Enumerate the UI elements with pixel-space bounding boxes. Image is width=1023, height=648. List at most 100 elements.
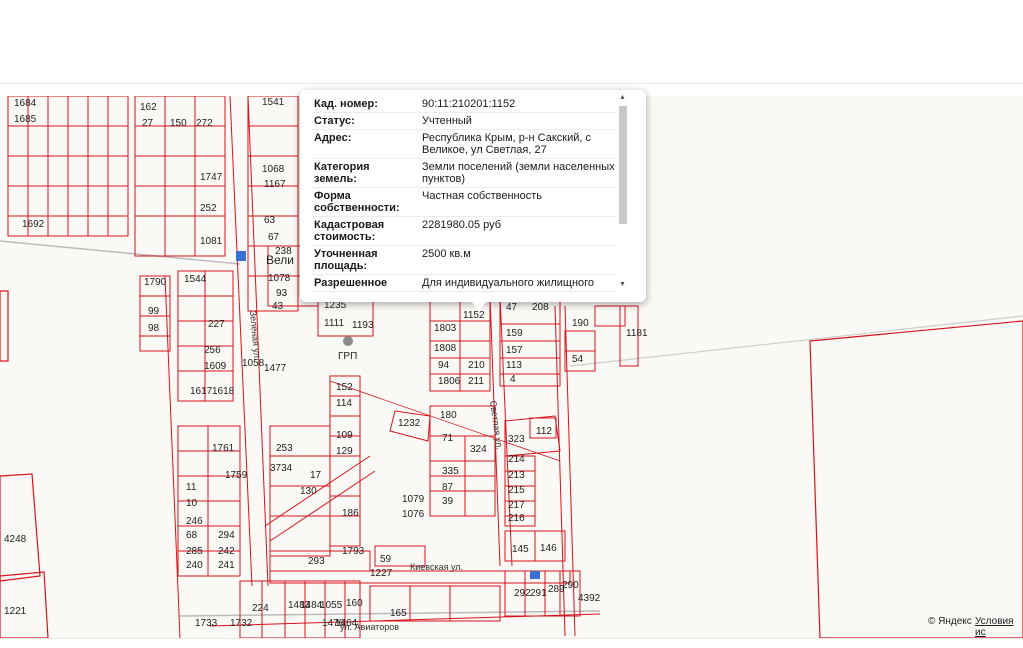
parcel-label[interactable]: 47 [506, 302, 518, 313]
parcel-label[interactable]: 1181 [626, 328, 648, 339]
parcel-label[interactable]: 323 [508, 434, 525, 445]
parcel-label[interactable]: 87 [442, 482, 454, 493]
parcel-label[interactable]: 292 [514, 588, 531, 599]
parcel-label[interactable]: 59 [380, 554, 392, 565]
parcel-label[interactable]: 1732 [230, 618, 253, 629]
popup-scrollbar[interactable]: ▲ ▼ [618, 94, 628, 288]
parcel-label[interactable]: 246 [186, 516, 203, 527]
parcel-label[interactable]: 150 [170, 118, 187, 129]
parcel-label[interactable]: 129 [336, 446, 353, 457]
parcel-label[interactable]: 1079 [402, 494, 425, 505]
parcel-label[interactable]: 1733 [195, 618, 218, 629]
parcel-label[interactable]: 4392 [578, 593, 601, 604]
parcel-label[interactable]: 294 [218, 530, 235, 541]
parcel-label[interactable]: 1068 [262, 164, 285, 175]
parcel-label[interactable]: 1747 [200, 172, 223, 183]
parcel-label[interactable]: 157 [506, 345, 523, 356]
parcel-label[interactable]: 112 [536, 426, 552, 437]
parcel-label[interactable]: 1617 [190, 386, 213, 397]
parcel-label[interactable]: 208 [532, 302, 549, 313]
parcel-label[interactable]: 272 [196, 118, 213, 129]
scroll-down-icon[interactable]: ▼ [619, 281, 626, 288]
parcel-label[interactable]: 210 [468, 360, 485, 371]
parcel-label[interactable]: 1477 [264, 363, 287, 374]
parcel-label[interactable]: 1761 [212, 443, 235, 454]
parcel-label[interactable]: 54 [572, 354, 584, 365]
parcel-label[interactable]: 1541 [262, 97, 285, 108]
parcel-label[interactable]: 1058 [242, 358, 265, 369]
parcel-label[interactable]: 1808 [434, 343, 457, 354]
parcel-label[interactable]: 1790 [144, 277, 167, 288]
parcel-label[interactable]: 213 [508, 470, 525, 481]
parcel-label[interactable]: 252 [200, 203, 217, 214]
parcel-label[interactable]: 215 [508, 485, 525, 496]
parcel-label[interactable]: 190 [572, 318, 589, 329]
parcel-label[interactable]: 94 [438, 360, 450, 371]
parcel-label[interactable]: 238 [275, 246, 292, 257]
parcel-label[interactable]: 186 [342, 508, 359, 519]
parcel-label[interactable]: 99 [148, 306, 160, 317]
parcel-label[interactable]: 256 [204, 345, 221, 356]
parcel-label[interactable]: 1152 [463, 310, 485, 321]
parcel-label[interactable]: 165 [390, 608, 407, 619]
scroll-up-icon[interactable]: ▲ [619, 94, 626, 101]
parcel-label[interactable]: 160 [346, 598, 363, 609]
parcel-label[interactable]: 1227 [370, 568, 393, 579]
terms-link-text[interactable]: Условия ис [975, 616, 1014, 638]
parcel-label[interactable]: 216 [508, 513, 525, 524]
parcel-label[interactable]: 1232 [398, 418, 421, 429]
parcel-label[interactable]: 152 [336, 382, 353, 393]
parcel-label[interactable]: 4 [510, 374, 516, 385]
parcel-label[interactable]: 211 [468, 376, 484, 387]
parcel-label[interactable]: 335 [442, 466, 459, 477]
parcel-label[interactable]: 1111 [324, 318, 344, 329]
parcel-label[interactable]: 39 [442, 496, 454, 507]
parcel-label[interactable]: 242 [218, 546, 235, 557]
parcel-label[interactable]: 290 [562, 580, 579, 591]
parcel-label[interactable]: 293 [308, 556, 325, 567]
parcel-label[interactable]: 63 [264, 215, 276, 226]
scroll-thumb[interactable] [619, 106, 627, 224]
parcel-label[interactable]: 1221 [4, 606, 27, 617]
parcel-label[interactable]: 109 [336, 430, 353, 441]
parcel-label[interactable]: 1685 [14, 114, 37, 125]
parcel-label[interactable]: 159 [506, 328, 523, 339]
parcel-label[interactable]: 1609 [204, 361, 227, 372]
parcel-label[interactable]: 217 [508, 500, 525, 511]
parcel-label[interactable]: 27 [142, 118, 154, 129]
parcel-label[interactable]: 3734 [270, 463, 293, 474]
parcel-label[interactable]: 98 [148, 323, 160, 334]
parcel-label[interactable]: 162 [140, 102, 157, 113]
parcel-label[interactable]: 68 [186, 530, 198, 541]
parcel-label[interactable]: 4248 [4, 534, 27, 545]
parcel-label[interactable]: 1618 [212, 386, 235, 397]
parcel-label[interactable]: 67 [268, 232, 280, 243]
parcel-label[interactable]: 11 [186, 482, 197, 493]
parcel-label[interactable]: 1793 [342, 546, 365, 557]
parcel-label[interactable]: 145 [512, 544, 529, 555]
parcel-label[interactable]: 114 [336, 398, 352, 409]
parcel-label[interactable]: 324 [470, 444, 487, 455]
parcel-label[interactable]: 1464 [335, 618, 358, 629]
parcel-label[interactable]: 1544 [184, 274, 207, 285]
parcel-label[interactable]: 130 [300, 486, 317, 497]
parcel-label[interactable]: 113 [506, 360, 522, 371]
parcel-label[interactable]: 1684 [14, 98, 37, 109]
parcel-label[interactable]: 1193 [352, 320, 374, 331]
parcel-label[interactable]: 1803 [434, 323, 457, 334]
parcel-label[interactable]: 1055 [320, 600, 343, 611]
terms-link[interactable]: Условия ис [975, 616, 1023, 638]
parcel-label[interactable]: 93 [276, 288, 288, 299]
parcel-label[interactable]: 240 [186, 560, 203, 571]
parcel-label[interactable]: 1692 [22, 219, 45, 230]
parcel-label[interactable]: 227 [208, 319, 225, 330]
parcel-label[interactable]: 1078 [268, 273, 291, 284]
parcel-label[interactable]: 224 [252, 603, 269, 614]
parcel-label[interactable]: 1081 [200, 236, 223, 247]
parcel-label[interactable]: 253 [276, 443, 293, 454]
parcel-label[interactable]: 17 [310, 470, 322, 481]
parcel-label[interactable]: 10 [186, 498, 198, 509]
parcel-label[interactable]: 214 [508, 454, 525, 465]
parcel-label[interactable]: 1076 [402, 509, 425, 520]
parcel-label[interactable]: 291 [530, 588, 547, 599]
